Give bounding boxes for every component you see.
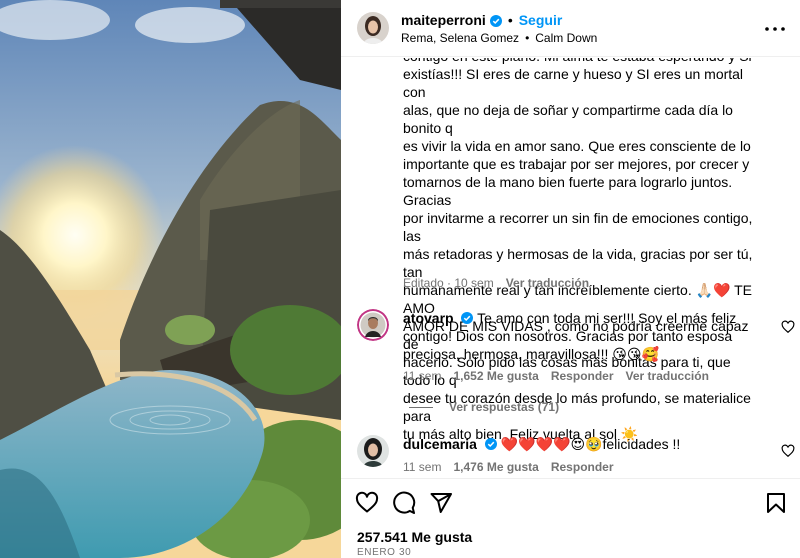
comments-scroll-area[interactable]: contigo en este plano. Mi alma te estaba… [341,58,800,478]
likes-count[interactable]: 257.541 Me gusta [357,529,472,545]
verified-badge-icon [461,310,474,324]
translate-button[interactable]: Ver traducción [626,369,709,383]
view-replies-label[interactable]: Ver respuestas (71) [449,400,559,414]
replies-divider [409,406,433,408]
comment-item: dulcemaria ❤️❤️❤️❤️😍🥹felicidades !! 11 s… [357,435,795,478]
comment-content: ❤️❤️❤️❤️😍🥹felicidades !! [500,436,681,452]
post-photo [0,0,341,558]
author-username[interactable]: maiteperroni [401,12,486,28]
comment-time[interactable]: 11 sem [403,369,441,383]
caption-meta: Editado · 10 sem Ver traducción [403,276,589,290]
comment-likes[interactable]: 1,476 Me gusta [453,460,538,474]
comment-avatar[interactable] [357,435,389,467]
post-panel: maiteperroni • Seguir Rema, Selena Gomez… [341,0,800,558]
separator-dot: • [507,11,513,28]
share-icon[interactable] [429,491,453,515]
heart-small-icon[interactable] [781,320,795,334]
post-header: maiteperroni • Seguir Rema, Selena Gomez… [341,0,800,57]
audio-track[interactable]: Calm Down [535,31,597,45]
comment-username[interactable]: dulcemaria [403,436,477,452]
audio-artists[interactable]: Rema, Selena Gomez [401,31,519,45]
more-icon[interactable] [764,18,786,40]
save-icon[interactable] [764,491,788,515]
comment-text: atovarp Te amo con toda mi ser!!! Soy el… [403,309,753,363]
heart-small-icon[interactable] [781,444,795,458]
author-avatar[interactable] [357,12,389,44]
follow-button[interactable]: Seguir [519,12,563,28]
reply-button[interactable]: Responder [551,369,614,383]
caption-translate-link[interactable]: Ver traducción [506,276,589,290]
comment-time[interactable]: 11 sem [403,460,441,474]
comment-username[interactable]: atovarp [403,310,454,326]
post-date[interactable]: ENERO 30 [357,547,411,558]
author-info: maiteperroni • Seguir Rema, Selena Gomez… [401,12,597,45]
verified-badge-icon [489,14,502,27]
reply-button[interactable]: Responder [551,460,614,474]
audio-info[interactable]: Rema, Selena Gomez • Calm Down [401,31,597,45]
comment-likes[interactable]: 1,652 Me gusta [453,369,538,383]
comment-meta: 11 sem 1,476 Me gusta Responder [403,460,626,474]
verified-badge-icon [484,436,497,450]
comment-meta: 11 sem 1,652 Me gusta Responder Ver trad… [403,369,721,383]
comment-item: atovarp Te amo con toda mi ser!!! Soy el… [357,309,795,389]
separator-dot: • [525,30,530,45]
caption-edited: Editado · 10 sem [403,276,494,290]
comment-text: dulcemaria ❤️❤️❤️❤️😍🥹felicidades !! [403,435,753,453]
post-actions: 257.541 Me gusta ENERO 30 [341,478,800,558]
post-media[interactable] [0,0,341,558]
like-icon[interactable] [355,491,379,515]
comment-icon[interactable] [392,491,416,515]
comment-avatar[interactable] [357,309,389,341]
view-replies-button[interactable]: Ver respuestas (71) [409,400,559,414]
action-row [355,491,466,515]
